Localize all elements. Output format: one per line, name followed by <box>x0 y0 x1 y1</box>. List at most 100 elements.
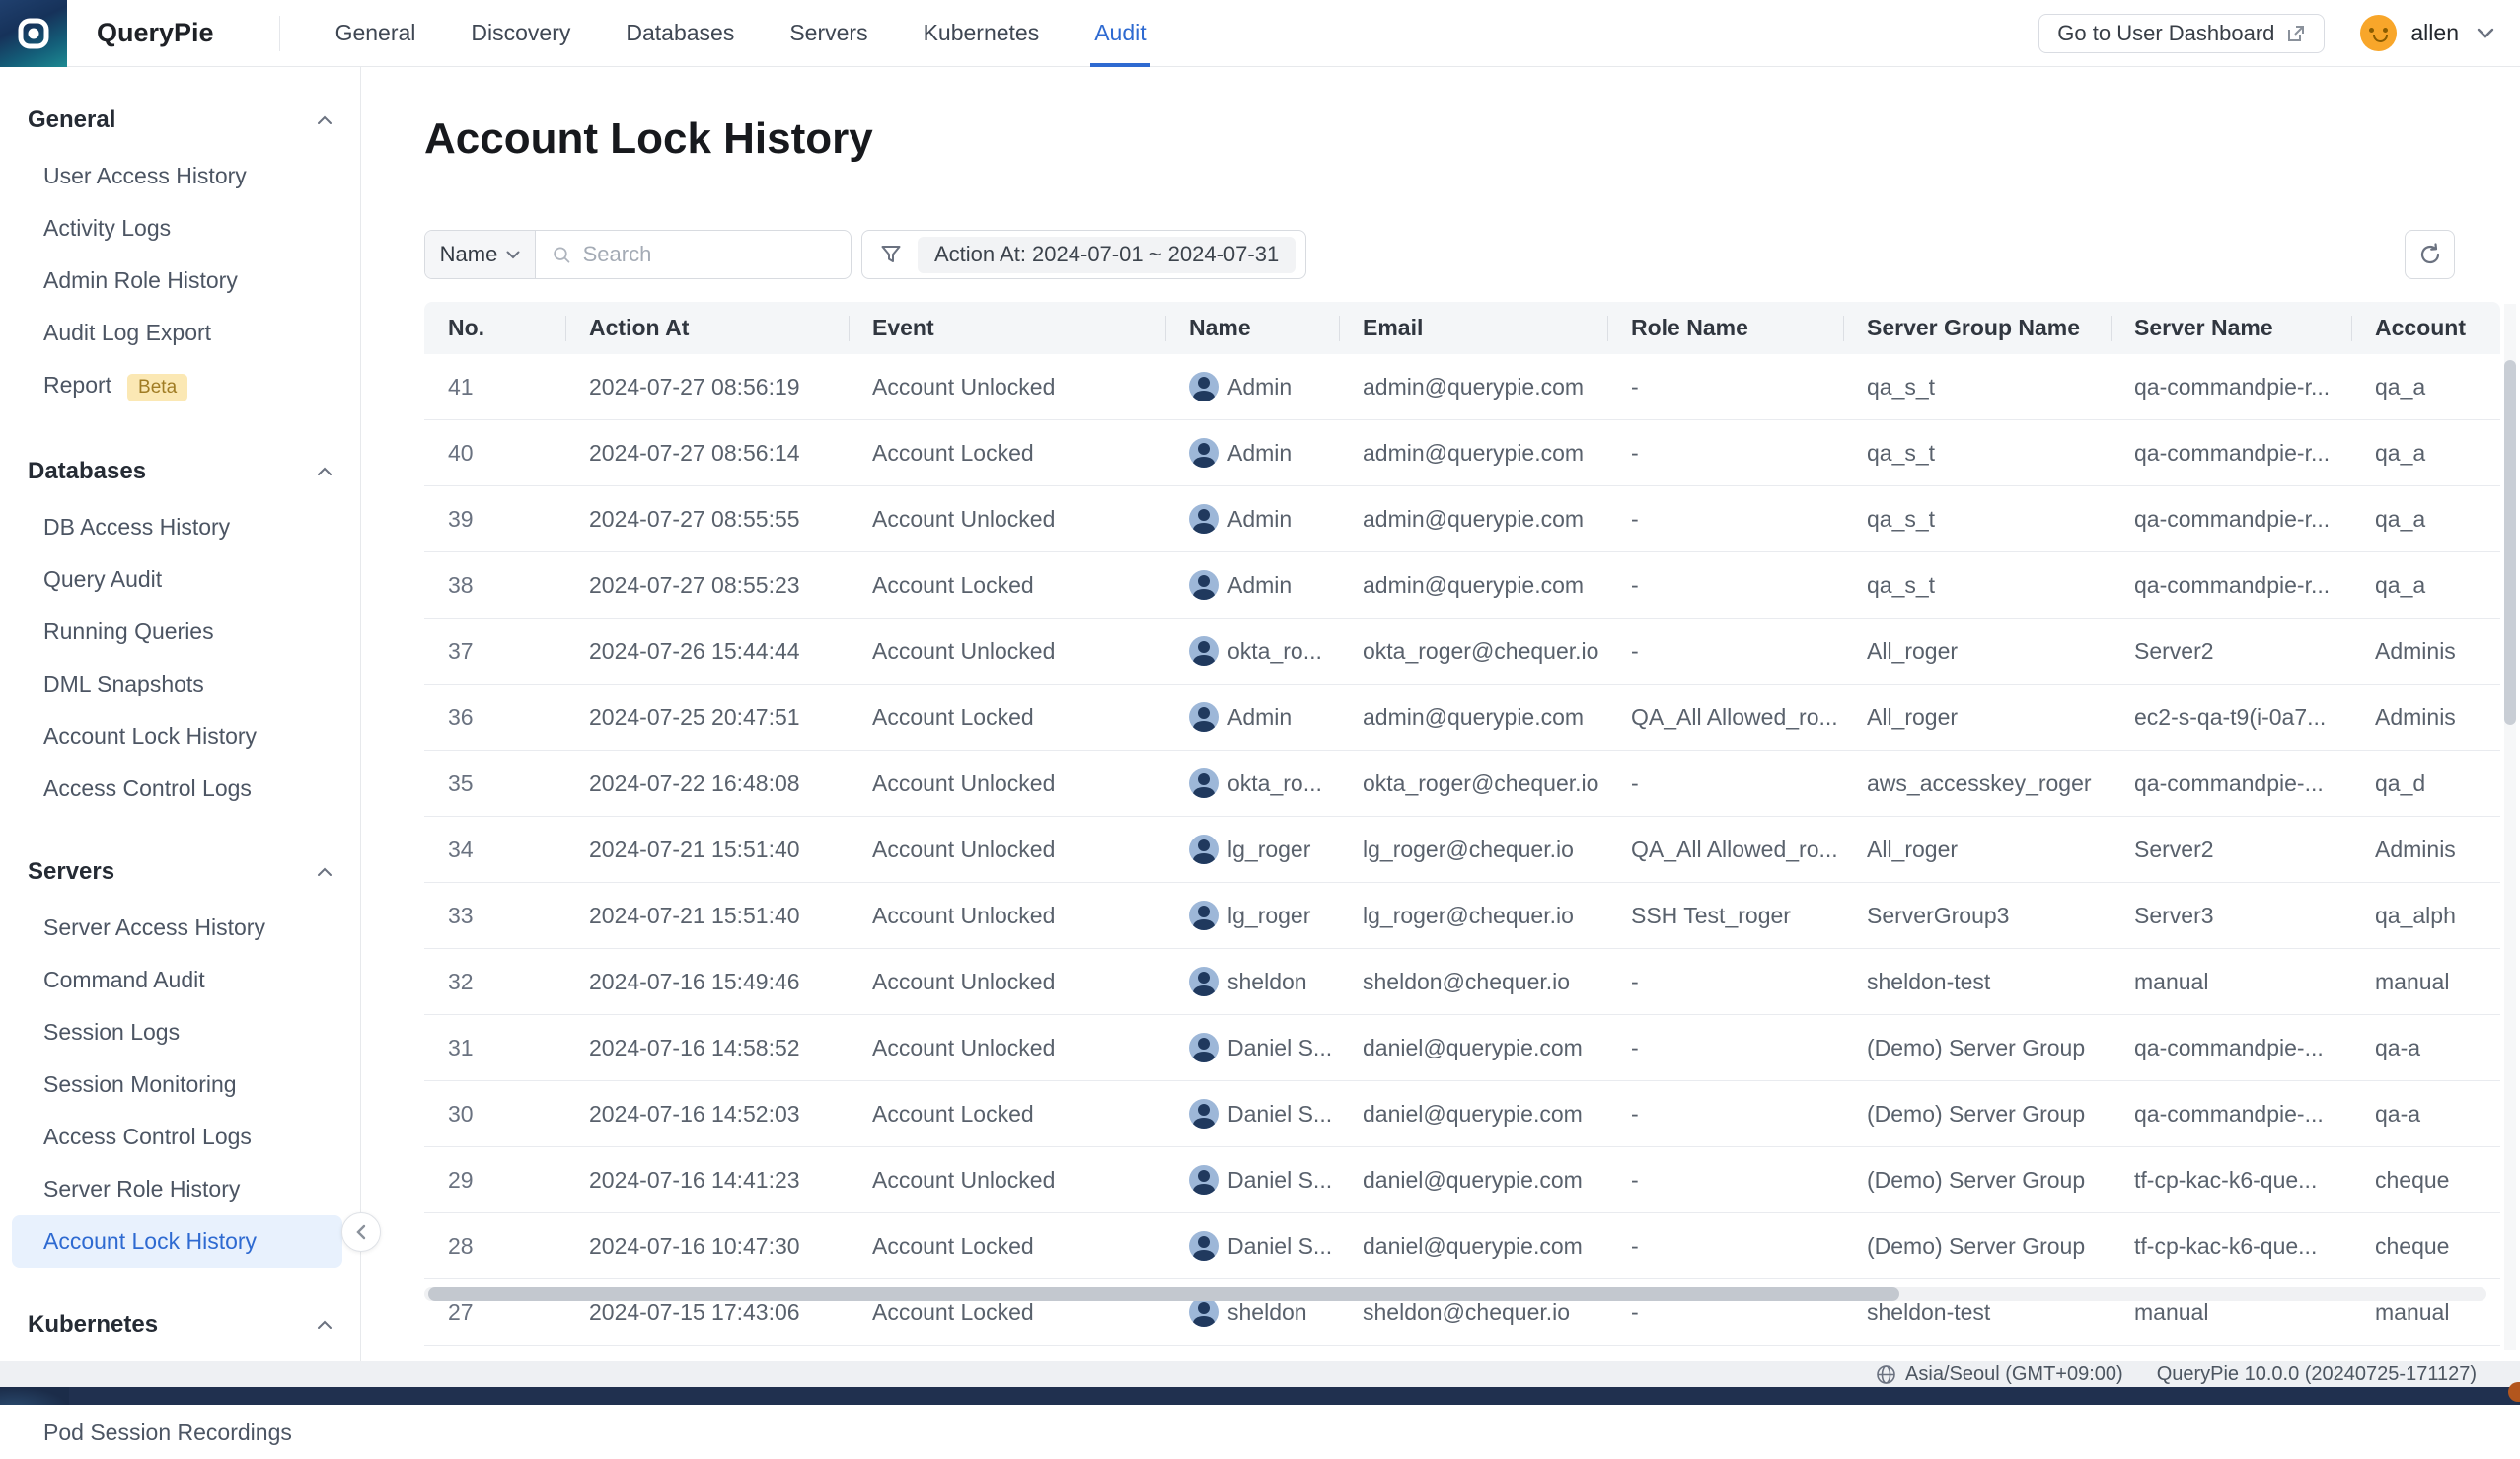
horizontal-scrollbar-thumb[interactable] <box>428 1287 1899 1301</box>
sidebar-item-pod-session-recordings[interactable]: Pod Session Recordings <box>0 1407 360 1459</box>
cell-server-group-name: All_roger <box>1843 638 2111 665</box>
sidebar-item-running-queries[interactable]: Running Queries <box>0 606 360 658</box>
cell-email: admin@querypie.com <box>1339 440 1607 467</box>
cell-role-name: - <box>1607 770 1843 797</box>
cell-event: Account Locked <box>849 572 1165 599</box>
cell-account: qa_a <box>2351 506 2500 533</box>
account-lock-history-table: No.Action AtEventNameEmailRole NameServe… <box>424 302 2500 1346</box>
sidebar-item-server-access-history[interactable]: Server Access History <box>0 902 360 954</box>
cell-account: Adminis <box>2351 704 2500 731</box>
cell-name-text: Daniel S... <box>1227 1101 1332 1128</box>
cell-name: lg_roger <box>1165 835 1339 864</box>
chevron-down-icon <box>506 251 520 259</box>
table-row[interactable]: 282024-07-16 10:47:30Account LockedDanie… <box>424 1213 2500 1279</box>
sidebar-item-access-control-logs[interactable]: Access Control Logs <box>0 763 360 815</box>
table-row[interactable]: 382024-07-27 08:55:23Account LockedAdmin… <box>424 552 2500 619</box>
cell-server-name: ec2-s-qa-t9(i-0a7... <box>2111 704 2351 731</box>
user-name: allen <box>2410 20 2459 46</box>
sidebar-item-query-audit[interactable]: Query Audit <box>0 553 360 606</box>
refresh-button[interactable] <box>2405 230 2455 279</box>
table-row[interactable]: 402024-07-27 08:56:14Account LockedAdmin… <box>424 420 2500 486</box>
chevron-up-icon <box>317 1320 333 1330</box>
sidebar-item-command-audit[interactable]: Command Audit <box>0 954 360 1006</box>
table-row[interactable]: 362024-07-25 20:47:51Account LockedAdmin… <box>424 685 2500 751</box>
tab-general[interactable]: General <box>335 0 416 67</box>
cell-email: okta_roger@chequer.io <box>1339 638 1607 665</box>
dashboard-button-label: Go to User Dashboard <box>2057 21 2274 46</box>
table-row[interactable]: 302024-07-16 14:52:03Account LockedDanie… <box>424 1081 2500 1147</box>
bottom-strip <box>0 1387 2520 1405</box>
table-row[interactable]: 332024-07-21 15:51:40Account Unlockedlg_… <box>424 883 2500 949</box>
search-input[interactable] <box>583 242 851 267</box>
tab-servers[interactable]: Servers <box>789 0 867 67</box>
bottom-strip-left-decoration <box>0 1387 69 1405</box>
cell-role-name: - <box>1607 969 1843 995</box>
sidebar-section-general[interactable]: General <box>0 107 360 134</box>
sidebar-item-access-control-logs[interactable]: Access Control Logs <box>0 1111 360 1163</box>
filter-button[interactable]: Action At: 2024-07-01 ~ 2024-07-31 <box>861 230 1306 279</box>
table-row[interactable]: 312024-07-16 14:58:52Account UnlockedDan… <box>424 1015 2500 1081</box>
cell-server-group-name: All_roger <box>1843 704 2111 731</box>
sidebar-item-label: Admin Role History <box>43 267 238 293</box>
sidebar-item-session-logs[interactable]: Session Logs <box>0 1006 360 1058</box>
table-row[interactable]: 372024-07-26 15:44:44Account Unlockedokt… <box>424 619 2500 685</box>
sidebar-item-session-monitoring[interactable]: Session Monitoring <box>0 1058 360 1111</box>
cell-name-text: lg_roger <box>1227 837 1310 863</box>
sidebar-item-server-role-history[interactable]: Server Role History <box>0 1163 360 1215</box>
vertical-scrollbar-thumb[interactable] <box>2504 360 2516 725</box>
cell-server-name: tf-cp-kac-k6-que... <box>2111 1167 2351 1194</box>
cell-role-name: - <box>1607 1167 1843 1194</box>
sidebar-section-kubernetes[interactable]: Kubernetes <box>0 1311 360 1339</box>
sidebar-item-admin-role-history[interactable]: Admin Role History <box>0 255 360 307</box>
cell-name: okta_ro... <box>1165 636 1339 666</box>
table-row[interactable]: 412024-07-27 08:56:19Account UnlockedAdm… <box>424 354 2500 420</box>
cell-server-group-name: (Demo) Server Group <box>1843 1167 2111 1194</box>
sidebar-item-account-lock-history[interactable]: Account Lock History <box>0 710 360 763</box>
sidebar-item-audit-log-export[interactable]: Audit Log Export <box>0 307 360 359</box>
brand-title: QueryPie <box>97 18 214 48</box>
sidebar-item-account-lock-history[interactable]: Account Lock History <box>12 1215 342 1268</box>
cell-name-text: Admin <box>1227 572 1292 599</box>
user-avatar-icon <box>1189 967 1219 996</box>
table-row[interactable]: 342024-07-21 15:51:40Account Unlockedlg_… <box>424 817 2500 883</box>
sidebar-item-activity-logs[interactable]: Activity Logs <box>0 202 360 255</box>
cell-name: Admin <box>1165 570 1339 600</box>
sidebar-collapse-button[interactable] <box>341 1212 381 1252</box>
sidebar-item-label: Session Logs <box>43 1019 180 1045</box>
tab-discovery[interactable]: Discovery <box>471 0 570 67</box>
sidebar-section-servers[interactable]: Servers <box>0 858 360 886</box>
table-row[interactable]: 392024-07-27 08:55:55Account UnlockedAdm… <box>424 486 2500 552</box>
cell-server-group-name: All_roger <box>1843 837 2111 863</box>
beta-badge: Beta <box>127 374 187 401</box>
chevron-down-icon[interactable] <box>2477 28 2494 39</box>
chevron-up-icon <box>317 467 333 476</box>
cell-no: 38 <box>424 572 565 599</box>
cell-event: Account Locked <box>849 1101 1165 1128</box>
sidebar-item-label: Command Audit <box>43 967 205 992</box>
filter-chip-action-at[interactable]: Action At: 2024-07-01 ~ 2024-07-31 <box>918 237 1296 273</box>
cell-name: Admin <box>1165 372 1339 401</box>
sidebar-item-report[interactable]: Report Beta <box>0 359 360 414</box>
search-field-selector[interactable]: Name <box>425 231 536 278</box>
go-to-user-dashboard-button[interactable]: Go to User Dashboard <box>2038 14 2325 53</box>
main-content: Account Lock History Name Action At: 2 <box>361 67 2520 1405</box>
user-avatar-icon <box>1189 372 1219 401</box>
querypie-logo[interactable] <box>0 0 67 67</box>
sidebar-section-databases[interactable]: Databases <box>0 458 360 485</box>
tab-audit[interactable]: Audit <box>1094 0 1146 67</box>
tab-kubernetes[interactable]: Kubernetes <box>924 0 1040 67</box>
table-row[interactable]: 292024-07-16 14:41:23Account UnlockedDan… <box>424 1147 2500 1213</box>
sidebar-item-label: Report <box>43 372 111 398</box>
sidebar-item-user-access-history[interactable]: User Access History <box>0 150 360 202</box>
cell-action-at: 2024-07-16 15:49:46 <box>565 969 849 995</box>
user-avatar-icon <box>1189 835 1219 864</box>
cell-server-name: qa-commandpie-... <box>2111 770 2351 797</box>
table-row[interactable]: 352024-07-22 16:48:08Account Unlockedokt… <box>424 751 2500 817</box>
sidebar-item-db-access-history[interactable]: DB Access History <box>0 501 360 553</box>
sidebar-item-dml-snapshots[interactable]: DML Snapshots <box>0 658 360 710</box>
user-avatar[interactable] <box>2360 15 2397 51</box>
sidebar-item-label: DB Access History <box>43 514 230 540</box>
cell-no: 32 <box>424 969 565 995</box>
tab-databases[interactable]: Databases <box>626 0 734 67</box>
table-row[interactable]: 322024-07-16 15:49:46Account Unlockedshe… <box>424 949 2500 1015</box>
